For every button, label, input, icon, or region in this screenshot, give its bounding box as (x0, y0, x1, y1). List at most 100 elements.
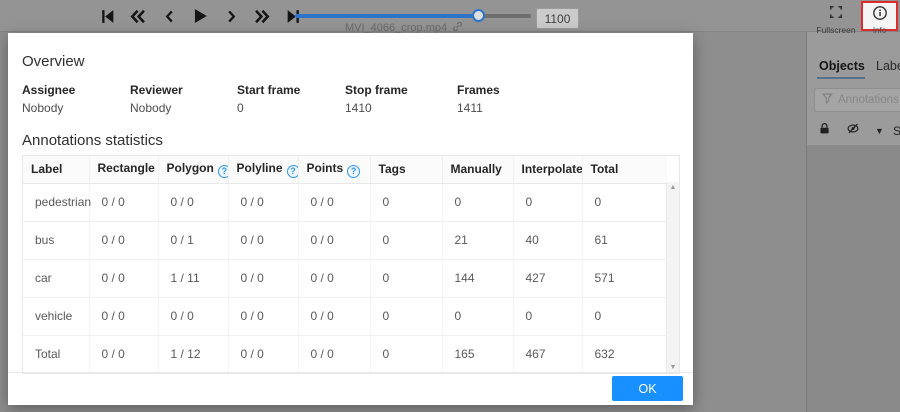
help-icon[interactable]: ? (217, 164, 227, 178)
modal-footer: OK (8, 372, 693, 405)
stat-cell: 0 / 0 (89, 259, 159, 298)
table-header-row: Label Rectangle? Polygon? Polyline? Poin… (23, 156, 667, 184)
next-frame-button[interactable] (221, 5, 241, 27)
stat-cell: 0 / 0 (158, 183, 229, 222)
field-label: Assignee (22, 83, 76, 97)
stat-cell: 0 / 0 (228, 221, 299, 260)
field-value: 0 (237, 101, 244, 115)
col-polyline: Polyline? (228, 156, 299, 184)
active-tab-underline (817, 77, 865, 79)
stat-cell: 21 (442, 221, 514, 260)
objects-sidebar: Objects Labels Annotations filter ▼ So (806, 32, 900, 412)
stat-cell: 144 (442, 259, 514, 298)
stat-cell: 467 (513, 335, 583, 373)
stat-cell: 0 (370, 335, 443, 373)
table-row: bus 0 / 00 / 10 / 00 / 0 0 21 40 61 (23, 221, 667, 260)
filter-funnel-icon (822, 91, 833, 109)
first-frame-button[interactable] (97, 5, 117, 27)
caret-down-icon[interactable]: ▼ (875, 126, 884, 136)
stat-cell: 0 / 0 (298, 221, 371, 260)
field-label: Reviewer (130, 83, 183, 97)
stat-cell: 0 / 0 (298, 297, 371, 336)
hide-eye-icon[interactable] (846, 122, 860, 140)
table-scrollbar[interactable]: ▲ ▼ (666, 182, 679, 373)
tab-objects[interactable]: Objects (819, 59, 865, 73)
stat-cell: 0 / 0 (89, 335, 159, 373)
stat-cell: 0 / 1 (158, 221, 229, 260)
field-label: Frames (457, 83, 500, 97)
fullscreen-button[interactable]: Fullscreen (813, 5, 859, 35)
row-label-cell: car (23, 259, 90, 298)
tab-labels[interactable]: Labels (876, 59, 900, 73)
info-button[interactable]: Info (861, 1, 898, 35)
field-label: Start frame (237, 83, 301, 97)
stat-cell: 0 (370, 183, 443, 222)
player-topbar: MVI_4066_crop.mp4 Fullscreen Info (0, 0, 900, 35)
fullscreen-icon (829, 5, 843, 23)
overview-title: Overview (22, 53, 85, 70)
slider-handle[interactable] (472, 9, 486, 22)
col-manually: Manually (442, 156, 514, 184)
fast-forward-button[interactable] (252, 5, 272, 27)
stat-cell: 0 / 0 (89, 297, 159, 336)
stat-cell: 0 (370, 221, 443, 260)
stat-cell: 0 / 0 (228, 183, 299, 222)
filter-placeholder: Annotations filter (838, 94, 900, 106)
row-label-cell: bus (23, 221, 90, 260)
slider-fill (295, 14, 480, 18)
play-button[interactable] (190, 5, 210, 27)
ok-button[interactable]: OK (612, 376, 683, 401)
info-label: Info (872, 26, 887, 35)
table-row: Total 0 / 01 / 12 0 / 00 / 0 0 165 467 632 (23, 335, 667, 373)
help-icon[interactable]: ? (286, 164, 297, 178)
lock-icon[interactable] (818, 122, 831, 140)
fullscreen-label: Fullscreen (816, 25, 856, 35)
stat-cell: 0 / 0 (298, 183, 371, 222)
stat-cell: 0 (442, 297, 514, 336)
stat-cell: 0 (582, 297, 667, 336)
stat-cell: 0 / 0 (228, 297, 299, 336)
stat-cell: 0 / 0 (228, 335, 299, 373)
field-value: Nobody (22, 101, 64, 115)
app-screen: Objects Labels Annotations filter ▼ So (0, 0, 900, 412)
stat-cell: 0 (370, 297, 443, 336)
stat-cell: 0 / 0 (298, 259, 371, 298)
scroll-up-icon[interactable]: ▲ (667, 184, 679, 191)
col-label: Label (23, 156, 90, 184)
col-points: Points? (298, 156, 371, 184)
row-label-cell: vehicle (23, 297, 90, 336)
previous-frame-button[interactable] (159, 5, 179, 27)
field-reviewer: Reviewer Nobody (130, 83, 237, 115)
col-rectangle: Rectangle? (89, 156, 159, 184)
stat-cell: 632 (594, 347, 615, 362)
rewind-button[interactable] (128, 5, 148, 27)
row-label-cell: Total (23, 335, 90, 373)
statistics-table: Label Rectangle? Polygon? Polyline? Poin… (22, 155, 680, 374)
stat-cell: 0 / 0 (89, 221, 159, 260)
annotations-filter-input[interactable]: Annotations filter (814, 88, 900, 112)
help-icon[interactable]: ? (347, 164, 361, 178)
info-icon (872, 6, 888, 25)
statistics-title: Annotations statistics (22, 132, 163, 149)
stat-cell: 427 (513, 259, 583, 298)
field-start-frame: Start frame 0 (237, 83, 345, 115)
stat-cell: 0 / 0 (298, 335, 371, 373)
field-value: 1410 (345, 101, 372, 115)
col-tags: Tags (370, 156, 443, 184)
scroll-down-icon[interactable]: ▼ (667, 364, 679, 371)
overview-fields: Assignee Nobody Reviewer Nobody Start fr… (22, 83, 679, 115)
stats-table-body: pedestrian 0 / 00 / 00 / 00 / 0 0 0 0 0 bus 0 /… (23, 183, 667, 373)
frame-number-input[interactable] (536, 8, 579, 29)
field-value: Nobody (130, 101, 172, 115)
stat-cell: 1 / 11 (158, 259, 229, 298)
row-label-cell: pedestrian (23, 183, 91, 222)
field-stop-frame: Stop frame 1410 (345, 83, 457, 115)
stat-cell: 0 (513, 297, 583, 336)
table-row: car 0 / 01 / 11 0 / 00 / 0 0 144 427 571 (23, 259, 667, 298)
stat-cell: 0 / 0 (89, 183, 159, 222)
field-assignee: Assignee Nobody (22, 83, 130, 115)
field-label: Stop frame (345, 83, 408, 97)
sort-selector[interactable]: So (893, 124, 900, 138)
stat-cell: 1 / 12 (158, 335, 229, 373)
sidebar-header: Objects Labels Annotations filter ▼ So (807, 32, 900, 145)
